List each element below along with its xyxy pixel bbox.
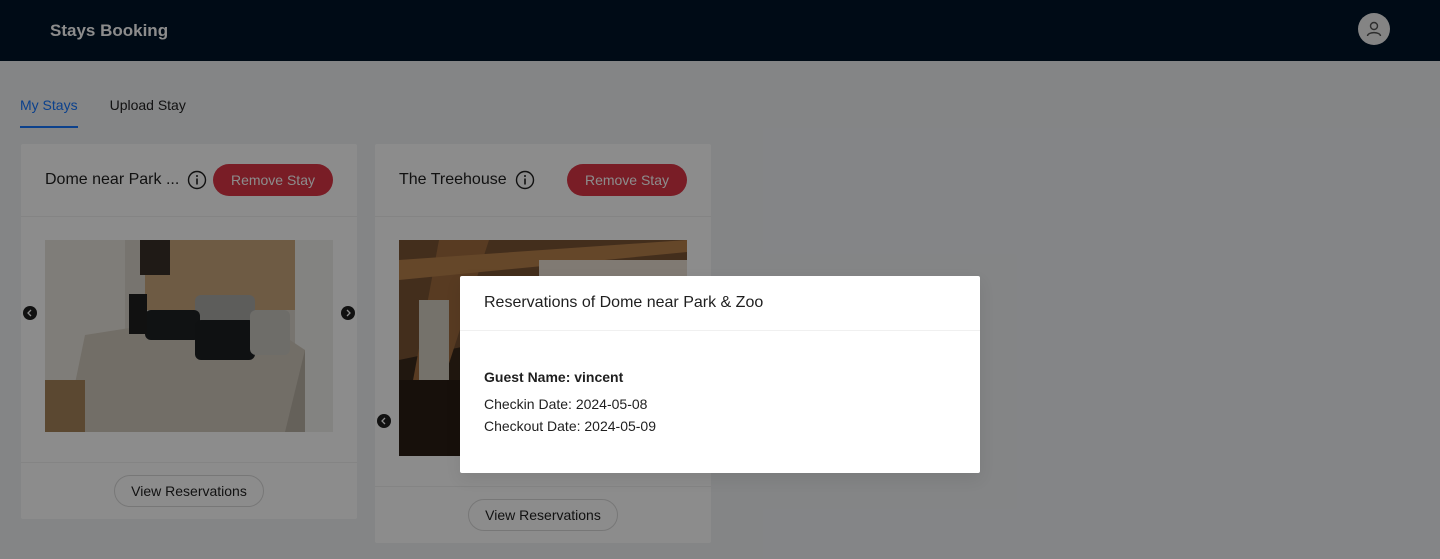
guest-name: Guest Name: vincent [484,369,624,385]
checkout-date: Checkout Date: 2024-05-09 [484,418,656,434]
checkin-date: Checkin Date: 2024-05-08 [484,396,648,412]
reservation-item: Guest Name: vincent Checkin Date: 2024-0… [460,331,980,437]
reservations-modal: Reservations of Dome near Park & Zoo Gue… [460,276,980,473]
modal-header: Reservations of Dome near Park & Zoo [460,276,980,331]
modal-title: Reservations of Dome near Park & Zoo [484,294,764,311]
